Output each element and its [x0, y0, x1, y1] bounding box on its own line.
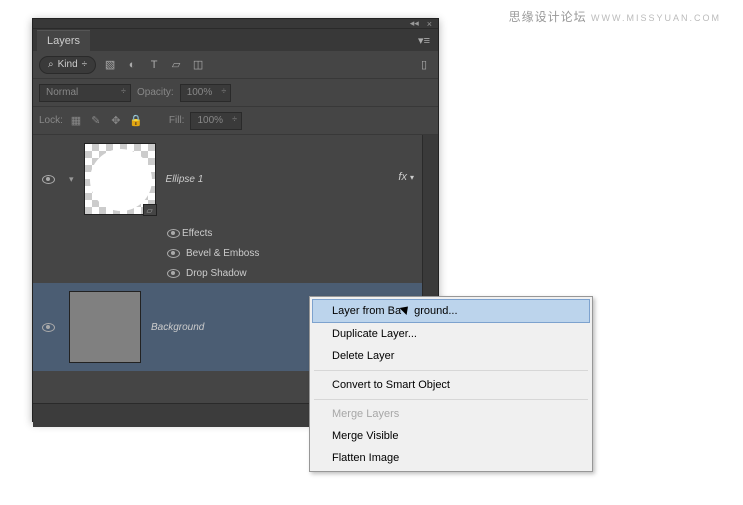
tab-layers[interactable]: Layers — [37, 30, 90, 51]
close-icon[interactable]: × — [427, 19, 432, 29]
blend-mode-select[interactable]: Normal — [39, 84, 131, 102]
filter-shape-icon[interactable]: ▱ — [168, 57, 184, 73]
menu-flatten-image[interactable]: Flatten Image — [312, 447, 590, 469]
fill-label: Fill: — [169, 115, 185, 126]
filter-smart-icon[interactable]: ◫ — [190, 57, 206, 73]
collapse-icon[interactable]: ◂◂ — [410, 18, 419, 29]
visibility-toggle[interactable] — [167, 229, 180, 238]
menu-duplicate-layer[interactable]: Duplicate Layer... — [312, 323, 590, 345]
menu-delete-layer[interactable]: Delete Layer — [312, 345, 590, 367]
menu-merge-visible[interactable]: Merge Visible — [312, 425, 590, 447]
filter-kind-select[interactable]: ⌕ Kind ÷ — [39, 56, 96, 74]
menu-layer-from-background[interactable]: Layer from Baground... — [312, 299, 590, 323]
lock-all-icon[interactable]: 🔒 — [129, 114, 143, 127]
fx-badge[interactable]: fx▾ — [398, 171, 414, 183]
effects-header[interactable]: Effects — [33, 223, 438, 243]
context-menu: Layer from Baground... Duplicate Layer..… — [309, 296, 593, 472]
layer-row-ellipse[interactable]: ▾ ▱ Ellipse 1 — [33, 135, 438, 223]
effect-bevel[interactable]: Bevel & Emboss — [33, 243, 438, 263]
tab-bar: Layers ▾≡ — [33, 29, 438, 51]
menu-separator — [314, 370, 588, 371]
visibility-toggle[interactable] — [42, 175, 55, 184]
menu-merge-layers: Merge Layers — [312, 403, 590, 425]
shape-badge-icon: ▱ — [143, 204, 157, 216]
blend-row: Normal Opacity: 100% — [33, 79, 438, 107]
chevron-down-icon: ÷ — [82, 59, 88, 70]
lock-position-icon[interactable]: ✥ — [109, 114, 123, 127]
opacity-input[interactable]: 100% — [180, 84, 232, 102]
search-icon: ⌕ — [48, 59, 54, 70]
expand-icon[interactable]: ▾ — [69, 174, 74, 185]
lock-row: Lock: ▦ ✎ ✥ 🔒 Fill: 100% — [33, 107, 438, 135]
lock-image-icon[interactable]: ✎ — [89, 114, 103, 127]
visibility-toggle[interactable] — [167, 269, 180, 278]
effect-dropshadow[interactable]: Drop Shadow — [33, 263, 438, 283]
menu-convert-smart-object[interactable]: Convert to Smart Object — [312, 374, 590, 396]
visibility-toggle[interactable] — [42, 323, 55, 332]
lock-label: Lock: — [39, 115, 63, 126]
menu-separator — [314, 399, 588, 400]
panel-menu-icon[interactable]: ▾≡ — [418, 34, 430, 47]
chevron-down-icon: ▾ — [410, 173, 414, 182]
opacity-label: Opacity: — [137, 87, 174, 98]
filter-pixel-icon[interactable]: ▧ — [102, 57, 118, 73]
cursor-icon — [402, 304, 413, 318]
layer-thumbnail[interactable] — [69, 291, 141, 363]
lock-transparent-icon[interactable]: ▦ — [69, 114, 83, 127]
panel-header: ◂◂ × — [33, 19, 438, 29]
filter-adjustment-icon[interactable]: ◐ — [124, 57, 140, 73]
filter-row: ⌕ Kind ÷ ▧ ◐ T ▱ ◫ ▯ — [33, 51, 438, 79]
watermark: 思缘设计论坛 WWW.MISSYUAN.COM — [509, 8, 721, 25]
filter-type-icon[interactable]: T — [146, 57, 162, 73]
layer-name[interactable]: Ellipse 1 — [166, 174, 204, 185]
fill-input[interactable]: 100% — [190, 112, 242, 130]
layer-name[interactable]: Background — [151, 322, 204, 333]
visibility-toggle[interactable] — [167, 249, 180, 258]
layer-thumbnail[interactable]: ▱ — [84, 143, 156, 215]
filter-toggle-icon[interactable]: ▯ — [416, 57, 432, 73]
